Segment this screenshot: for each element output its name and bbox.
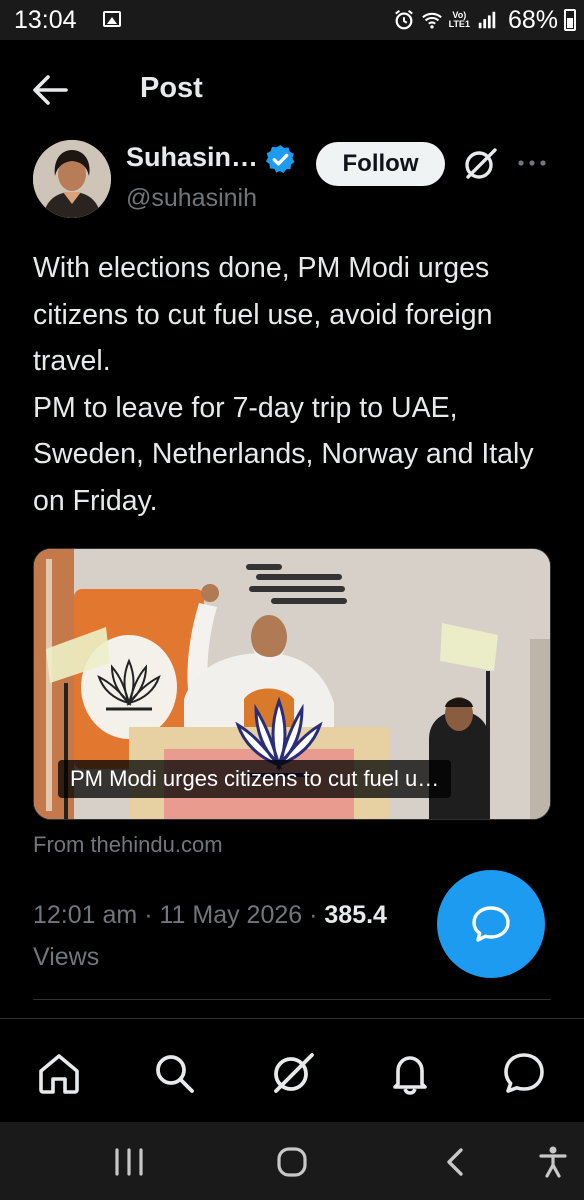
back-chevron-icon[interactable]: [436, 1144, 476, 1180]
system-navigation-bar: [0, 1122, 584, 1200]
status-bar: 13:04 Vo) LTE1 68%: [0, 0, 584, 40]
accessibility-icon[interactable]: [533, 1144, 573, 1180]
views-label: Views: [33, 943, 100, 971]
notifications-icon[interactable]: [386, 1049, 434, 1097]
verified-badge-icon: [265, 145, 295, 173]
post-text-line: PM to leave for 7-day trip to UAE, Swede…: [33, 391, 534, 517]
card-source[interactable]: From thehindu.com: [33, 832, 223, 858]
signal-icon: [478, 11, 496, 29]
more-options-icon[interactable]: [516, 155, 548, 171]
image-icon: [103, 11, 121, 27]
reply-bubble-icon: [472, 906, 510, 942]
meta-separator: ·: [302, 901, 325, 929]
network-type-label: Vo) LTE1: [449, 11, 470, 29]
reply-fab-button[interactable]: [437, 870, 545, 978]
author-handle[interactable]: @suhasinih: [126, 184, 257, 213]
recent-apps-icon[interactable]: [109, 1144, 149, 1180]
grok-icon[interactable]: [462, 146, 498, 182]
post-text: With elections done, PM Modi urges citiz…: [33, 245, 558, 524]
bottom-navigation: [0, 1018, 584, 1122]
post-header: Post: [0, 40, 584, 140]
home-icon[interactable]: [35, 1049, 83, 1097]
battery-percent: 68%: [507, 5, 558, 34]
battery-icon: [564, 9, 576, 31]
wifi-icon: [421, 12, 442, 29]
card-caption: PM Modi urges citizens to cut fuel u…: [58, 760, 452, 798]
post-text-line: With elections done, PM Modi urges citiz…: [33, 252, 493, 377]
page-title: Post: [140, 72, 203, 104]
avatar[interactable]: [33, 140, 111, 218]
follow-button[interactable]: Follow: [316, 142, 445, 186]
meta-separator: ·: [137, 901, 160, 929]
arrow-left-icon[interactable]: [32, 74, 68, 106]
messages-icon[interactable]: [500, 1049, 548, 1097]
author-name[interactable]: Suhasin…: [126, 142, 258, 173]
post-time[interactable]: 12:01 am: [33, 901, 137, 929]
views-count: 385.4: [324, 901, 387, 929]
avatar-portrait: [33, 140, 111, 218]
alarm-icon: [394, 10, 413, 30]
search-icon[interactable]: [150, 1049, 198, 1097]
link-preview-card[interactable]: PM Modi urges citizens to cut fuel u…: [33, 548, 551, 820]
lte-label: LTE1: [448, 19, 470, 29]
grok-icon[interactable]: [268, 1049, 316, 1097]
divider: [33, 999, 551, 1000]
status-indicators: Vo) LTE1 68%: [393, 5, 576, 35]
status-time: 13:04: [14, 6, 77, 34]
home-circle-icon[interactable]: [272, 1144, 312, 1180]
post-date[interactable]: 11 May 2026: [159, 901, 302, 929]
